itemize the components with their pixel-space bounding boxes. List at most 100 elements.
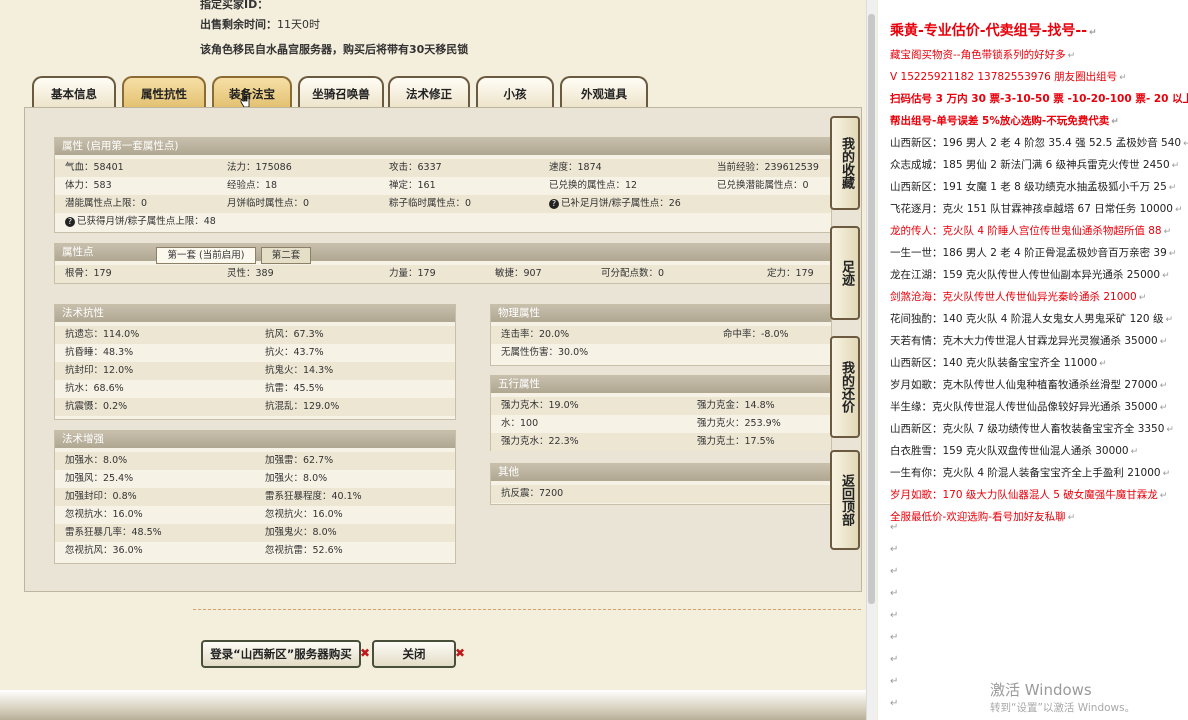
paragraph-mark-icon: ↵ xyxy=(1099,359,1107,369)
favorites-button[interactable]: 我的收藏 xyxy=(830,116,860,210)
enhance-item: 加强雷：62.7% xyxy=(265,455,334,466)
document-line: 天若有情：克木大力传世混人甘霖龙异光灵猴通杀 35000 ↵ xyxy=(890,335,1168,347)
document-line: 全服最低价-欢迎选购-看号加好友私聊 ↵ xyxy=(890,511,1076,523)
document-line: 帮出组号-单号误差 5%放心选购-不玩免费代卖 ↵ xyxy=(890,115,1119,127)
element-item: 强力克金：14.8% xyxy=(697,400,775,411)
stat-mooncake-temp: 月饼临时属性点：0 xyxy=(227,198,310,209)
back-to-top-button[interactable]: 返回顶部 xyxy=(830,450,860,550)
element-item: 水：100 xyxy=(501,418,539,429)
resist-item: 抗风：67.3% xyxy=(265,329,324,340)
enhance-item: 加强水：8.0% xyxy=(65,455,128,466)
paragraph-mark-icon: ↵ xyxy=(1162,271,1170,281)
paragraph-mark-icon: ↵ xyxy=(1166,425,1174,435)
login-buy-button[interactable]: 登录“山西新区”服务器购买 xyxy=(201,640,361,668)
document-line: 半生缘：克火队传世混人传世仙品像较好异光通杀 35000 ↵ xyxy=(890,401,1168,413)
tab-spell-fix[interactable]: 法术修正 xyxy=(388,76,470,109)
document-line: 剑煞沧海：克火队传世人传世仙异光秦岭通杀 21000 ↵ xyxy=(890,291,1147,303)
paragraph-mark-icon: ↵ xyxy=(890,522,899,533)
point-constitution: 根骨：179 xyxy=(65,268,112,279)
paragraph-mark-icon: ↵ xyxy=(1159,381,1168,391)
subtab-set-two[interactable]: 第二套 xyxy=(261,247,311,264)
spell-resistance-section: 法术抗性 抗遗忘：114.0% 抗风：67.3% 抗昏睡：48.3% 抗火：43… xyxy=(54,304,456,420)
footprints-button[interactable]: 足迹 xyxy=(830,226,860,320)
five-elements-section: 五行属性 强力克木：19.0% 强力克金：14.8% 水：100 强力克火：25… xyxy=(490,375,832,451)
enhance-item: 加强鬼火：8.0% xyxy=(265,527,337,538)
attribute-section: 属性 (启用第一套属性点) 气血：58401 法力：175086 攻击：6337… xyxy=(54,137,832,233)
tab-attributes[interactable]: 属性抗性 xyxy=(122,76,206,109)
enhance-item: 加强封印：0.8% xyxy=(65,491,137,502)
physical-item: 命中率：-8.0% xyxy=(723,329,789,340)
paragraph-mark-icon: ↵ xyxy=(1159,403,1168,413)
document-line: 一生有你：克火队 4 阶混人装备宝宝齐全上手盈利 21000 ↵ xyxy=(890,467,1171,479)
tab-mounts-pets[interactable]: 坐骑召唤兽 xyxy=(298,76,384,109)
point-endurance: 定力：179 xyxy=(767,268,814,279)
enhance-item: 加强火：8.0% xyxy=(265,473,328,484)
close-x-icon: ✖ xyxy=(455,646,466,660)
enhance-item: 忽视抗风：36.0% xyxy=(65,545,143,556)
document-line: 岁月如歌：克木队传世人仙鬼种植畜牧通杀丝滑型 27000 ↵ xyxy=(890,379,1168,391)
paragraph-mark-icon: ↵ xyxy=(1089,28,1097,38)
enhance-item: 雷系狂暴程度：40.1% xyxy=(265,491,362,502)
buyer-id-label: 指定买家ID： xyxy=(200,0,269,11)
section-title: 其他 xyxy=(491,464,831,481)
listing-page: 指定买家ID： 出售剩余时间：11天0时 该角色移民自水晶宫服务器，购买后将带有… xyxy=(0,0,866,720)
document-line: 一生一世：186 男人 2 老 4 阶正骨混孟极妙音百万亲密 39 ↵ xyxy=(890,247,1177,259)
enhance-item: 雷系狂暴几率：48.5% xyxy=(65,527,162,538)
enhance-item: 忽视抗雷：52.6% xyxy=(265,545,343,556)
tab-appearance[interactable]: 外观道具 xyxy=(560,76,648,109)
paragraph-mark-icon: ↵ xyxy=(890,676,899,687)
section-title: 法术抗性 xyxy=(55,305,455,322)
subtab-set-one[interactable]: 第一套 (当前启用) xyxy=(156,247,256,264)
document-line: 乘黄-专业估价-代卖组号-找号-- ↵ xyxy=(890,23,1097,39)
document-line: V 15225921182 13782553976 朋友圈出组号 ↵ xyxy=(890,71,1127,83)
element-item: 强力克水：22.3% xyxy=(501,436,579,447)
paragraph-mark-icon: ↵ xyxy=(1171,161,1180,171)
paragraph-mark-icon: ↵ xyxy=(1165,315,1173,325)
stat-exchanged-potential: 已兑换潜能属性点：0 xyxy=(717,180,809,191)
help-icon[interactable]: ? xyxy=(549,199,559,209)
document-line: 藏宝阁买物资--角色带锁系列的好好多 ↵ xyxy=(890,49,1076,61)
stat-speed: 速度：1874 xyxy=(549,162,602,173)
paragraph-mark-icon: ↵ xyxy=(1067,513,1076,523)
paragraph-mark-icon: ↵ xyxy=(890,544,899,555)
resist-item: 抗鬼火：14.3% xyxy=(265,365,334,376)
resist-item: 抗遗忘：114.0% xyxy=(65,329,140,340)
element-item: 强力克土：17.5% xyxy=(697,436,775,447)
point-unallocated: 可分配点数：0 xyxy=(601,268,665,279)
help-icon[interactable]: ? xyxy=(65,217,75,227)
enhance-item: 忽视抗火：16.0% xyxy=(265,509,343,520)
document-pane: 乘黄-专业估价-代卖组号-找号-- ↵ 藏宝阁买物资--角色带锁系列的好好多 ↵ V 1… xyxy=(878,0,1188,720)
tab-equipment[interactable]: 装备法宝 xyxy=(212,76,292,109)
stat-stamina: 体力：583 xyxy=(65,180,112,191)
tab-basic-info[interactable]: 基本信息 xyxy=(32,76,116,109)
paragraph-mark-icon: ↵ xyxy=(890,654,899,665)
point-agility: 敏捷：907 xyxy=(495,268,542,279)
stat-zongzi-temp: 粽子临时属性点：0 xyxy=(389,198,472,209)
my-offers-button[interactable]: 我的还价 xyxy=(830,336,860,438)
close-button[interactable]: 关闭 xyxy=(372,640,456,668)
other-section: 其他 抗反震：7200 xyxy=(490,463,832,505)
document-line: 白衣胜雪：159 克火队双盘传世仙混人通杀 30000 ↵ xyxy=(890,445,1139,457)
scrollbar-thumb[interactable] xyxy=(868,14,875,604)
resist-item: 抗火：43.7% xyxy=(265,347,324,358)
remaining-time: 出售剩余时间：11天0时 xyxy=(200,18,320,31)
paragraph-mark-icon: ↵ xyxy=(1067,51,1076,61)
document-line: 山西新区：克火队 7 级功绩传世人畜牧装备宝宝齐全 3350 ↵ xyxy=(890,423,1174,435)
spell-enhance-section: 法术增强 加强水：8.0% 加强雷：62.7% 加强风：25.4% 加强火：8.… xyxy=(54,430,456,564)
tab-children[interactable]: 小孩 xyxy=(476,76,554,109)
resist-item: 抗震慑：0.2% xyxy=(65,401,128,412)
point-strength: 力量：179 xyxy=(389,268,436,279)
element-item: 强力克木：19.0% xyxy=(501,400,579,411)
document-line: 岁月如歌：170 级大力队仙器混人 5 破女魔强牛魔甘霖龙 ↵ xyxy=(890,489,1168,501)
stat-meditation: 禅定：161 xyxy=(389,180,436,191)
activation-watermark: 激活 Windows xyxy=(990,681,1092,699)
section-title: 物理属性 xyxy=(491,305,831,322)
document-line: 众志成城：185 男仙 2 新法门满 6 级神兵雷克火传世 2450 ↵ xyxy=(890,159,1180,171)
paragraph-mark-icon: ↵ xyxy=(890,632,899,643)
enhance-item: 加强风：25.4% xyxy=(65,473,134,484)
paragraph-mark-icon: ↵ xyxy=(1168,249,1177,259)
migration-notice: 该角色移民自水晶宫服务器，购买后将带有30天移民锁 xyxy=(200,43,469,56)
close-x-icon: ✖ xyxy=(360,646,371,660)
physical-item: 无属性伤害：30.0% xyxy=(501,347,589,358)
paragraph-mark-icon: ↵ xyxy=(1159,491,1168,501)
